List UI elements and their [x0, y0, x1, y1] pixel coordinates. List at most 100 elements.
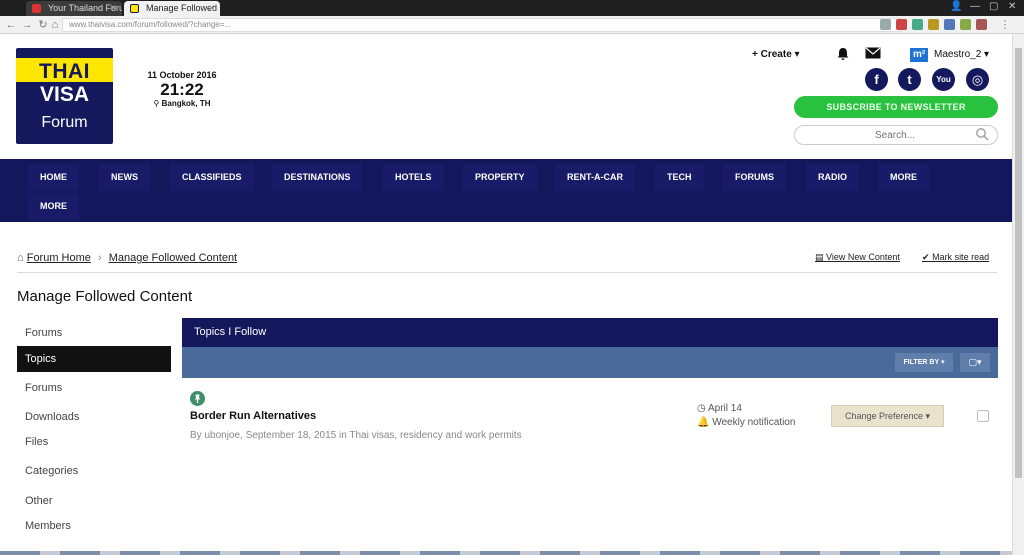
search-input[interactable]: [875, 128, 965, 142]
caret-down-icon: ▾: [794, 49, 800, 60]
view-new-content-link[interactable]: ▤ View New Content: [815, 252, 900, 263]
sidebar-item-topics[interactable]: Topics: [17, 346, 171, 372]
nav-classifieds[interactable]: CLASSIFIEDS: [170, 164, 254, 191]
notifications-bell-icon[interactable]: [836, 47, 850, 63]
nav-more[interactable]: MORE: [878, 164, 929, 191]
topic-title-link[interactable]: Border Run Alternatives: [190, 410, 316, 422]
extension-icon[interactable]: [896, 19, 907, 30]
close-window-icon[interactable]: ✕: [1008, 0, 1016, 14]
nav-forums[interactable]: FORUMS: [723, 164, 786, 191]
select-all-button[interactable]: ▢▾: [960, 353, 990, 372]
notification-type-text: Weekly notification: [712, 417, 796, 428]
sidebar-item-files[interactable]: Files: [17, 429, 171, 455]
create-menu-button[interactable]: + Create ▾: [752, 47, 800, 63]
site-favicon-icon: [130, 4, 139, 13]
extension-icon[interactable]: [944, 19, 955, 30]
browser-menu-icon[interactable]: ⋮: [998, 18, 1012, 32]
search-box: [794, 125, 998, 145]
filter-bar: FILTER BY ▾ ▢▾: [182, 347, 998, 378]
username: Maestro_2: [934, 49, 982, 60]
youtube-icon[interactable]: You: [932, 68, 955, 91]
nav-news[interactable]: NEWS: [99, 164, 150, 191]
followed-date: ◷ April 14: [697, 403, 742, 414]
breadcrumb-current[interactable]: Manage Followed Content: [109, 252, 237, 264]
sidebar-item-forums-2[interactable]: Forums: [17, 375, 171, 401]
topic-meta: By ubonjoe, September 18, 2015 in Thai v…: [190, 430, 522, 441]
user-avatar: m²: [910, 48, 929, 62]
checkbox-icon: ▢: [968, 357, 977, 367]
subscribe-newsletter-button[interactable]: SUBSCRIBE TO NEWSLETTER: [794, 96, 998, 118]
extension-icon[interactable]: [928, 19, 939, 30]
extension-icon[interactable]: [912, 19, 923, 30]
back-icon[interactable]: ←: [4, 18, 18, 32]
checkmark-icon: ✔: [922, 252, 930, 262]
minimize-icon[interactable]: —: [970, 0, 980, 14]
date-time-widget: 11 October 2016 21:22 ⚲ Bangkok, TH: [140, 70, 224, 108]
location-pin-icon: ⚲: [153, 99, 160, 108]
caret-down-icon: ▾: [976, 357, 982, 367]
browser-tab[interactable]: Your Thailand Foru ✕: [26, 1, 122, 16]
extension-icon[interactable]: [976, 19, 987, 30]
sidebar-item-downloads[interactable]: Downloads: [17, 404, 171, 430]
close-tab-icon[interactable]: ✕: [109, 1, 117, 16]
mark-site-read-link[interactable]: ✔ Mark site read: [922, 252, 989, 263]
notification-type: 🔔 Weekly notification: [697, 417, 795, 428]
search-icon[interactable]: [975, 127, 989, 141]
logo-text-visa: VISA: [39, 83, 89, 106]
view-new-content-label: View New Content: [826, 252, 900, 262]
taskbar-strip: [0, 551, 1012, 555]
filter-by-button[interactable]: FILTER BY ▾: [895, 353, 953, 372]
user-profile-icon[interactable]: 👤: [950, 0, 962, 14]
nav-radio[interactable]: RADIO: [806, 164, 859, 191]
instagram-icon[interactable]: ◎: [966, 68, 989, 91]
scrollbar-thumb[interactable]: [1015, 48, 1022, 478]
nav-rent-a-car[interactable]: RENT-A-CAR: [555, 164, 635, 191]
pin-icon: [190, 391, 205, 406]
nav-home[interactable]: HOME: [28, 164, 79, 191]
page-scrollbar[interactable]: [1012, 34, 1024, 555]
forward-icon[interactable]: →: [20, 18, 34, 32]
mark-site-read-label: Mark site read: [932, 252, 990, 262]
page-title: Manage Followed Content: [17, 288, 193, 305]
bell-icon: 🔔: [697, 417, 710, 428]
panel-title: Topics I Follow: [182, 318, 998, 347]
nav-destinations[interactable]: DESTINATIONS: [272, 164, 363, 191]
caret-down-icon: ▾: [984, 49, 990, 60]
sidebar-item-members[interactable]: Members: [17, 513, 171, 539]
nav-tech[interactable]: TECH: [655, 164, 704, 191]
logo-text-forum: Forum: [41, 114, 88, 131]
messages-envelope-icon[interactable]: [865, 47, 881, 63]
current-time: 21:22: [160, 80, 204, 99]
facebook-icon[interactable]: f: [865, 68, 888, 91]
logo-text-thai: THAI: [39, 60, 90, 83]
browser-toolbar: ← → ↻ ⌂ www.thaivisa.com/forum/followed/…: [0, 16, 1024, 34]
change-preference-label: Change Preference: [844, 411, 923, 421]
twitter-icon[interactable]: t: [898, 68, 921, 91]
site-favicon-icon: [32, 4, 41, 13]
extension-icon[interactable]: [880, 19, 891, 30]
create-label: Create: [760, 49, 792, 60]
extension-icon[interactable]: [960, 19, 971, 30]
sidebar-item-categories[interactable]: Categories: [17, 458, 171, 484]
caret-down-icon: ▾: [940, 359, 945, 366]
change-preference-button[interactable]: Change Preference ▾: [831, 405, 944, 427]
chevron-right-icon: ›: [97, 252, 102, 264]
nav-hotels[interactable]: HOTELS: [383, 164, 444, 191]
followed-date-text: April 14: [707, 403, 742, 414]
row-checkbox[interactable]: [977, 410, 989, 422]
main-navigation: HOME NEWS CLASSIFIEDS DESTINATIONS HOTEL…: [0, 159, 1012, 222]
browser-tab-bar: Your Thailand Foru ✕ Manage Followed C ✕…: [0, 0, 1024, 16]
maximize-icon[interactable]: ▢: [989, 0, 998, 14]
breadcrumb-forum-home[interactable]: Forum Home: [27, 252, 91, 264]
location-text: Bangkok, TH: [161, 99, 211, 108]
browser-tab-active[interactable]: Manage Followed C ✕: [124, 1, 220, 16]
nav-property[interactable]: PROPERTY: [463, 164, 537, 191]
close-tab-icon[interactable]: ✕: [207, 1, 215, 16]
address-bar[interactable]: www.thaivisa.com/forum/followed/?change=…: [62, 18, 902, 32]
user-menu[interactable]: m² Maestro_2 ▾: [910, 47, 989, 63]
nav-more-secondary[interactable]: MORE: [28, 193, 79, 220]
site-logo[interactable]: THAI VISA Forum: [16, 48, 113, 144]
home-icon[interactable]: ⌂: [48, 18, 62, 32]
sidebar-item-forums[interactable]: Forums: [17, 320, 171, 346]
sidebar-item-other[interactable]: Other: [17, 488, 171, 514]
